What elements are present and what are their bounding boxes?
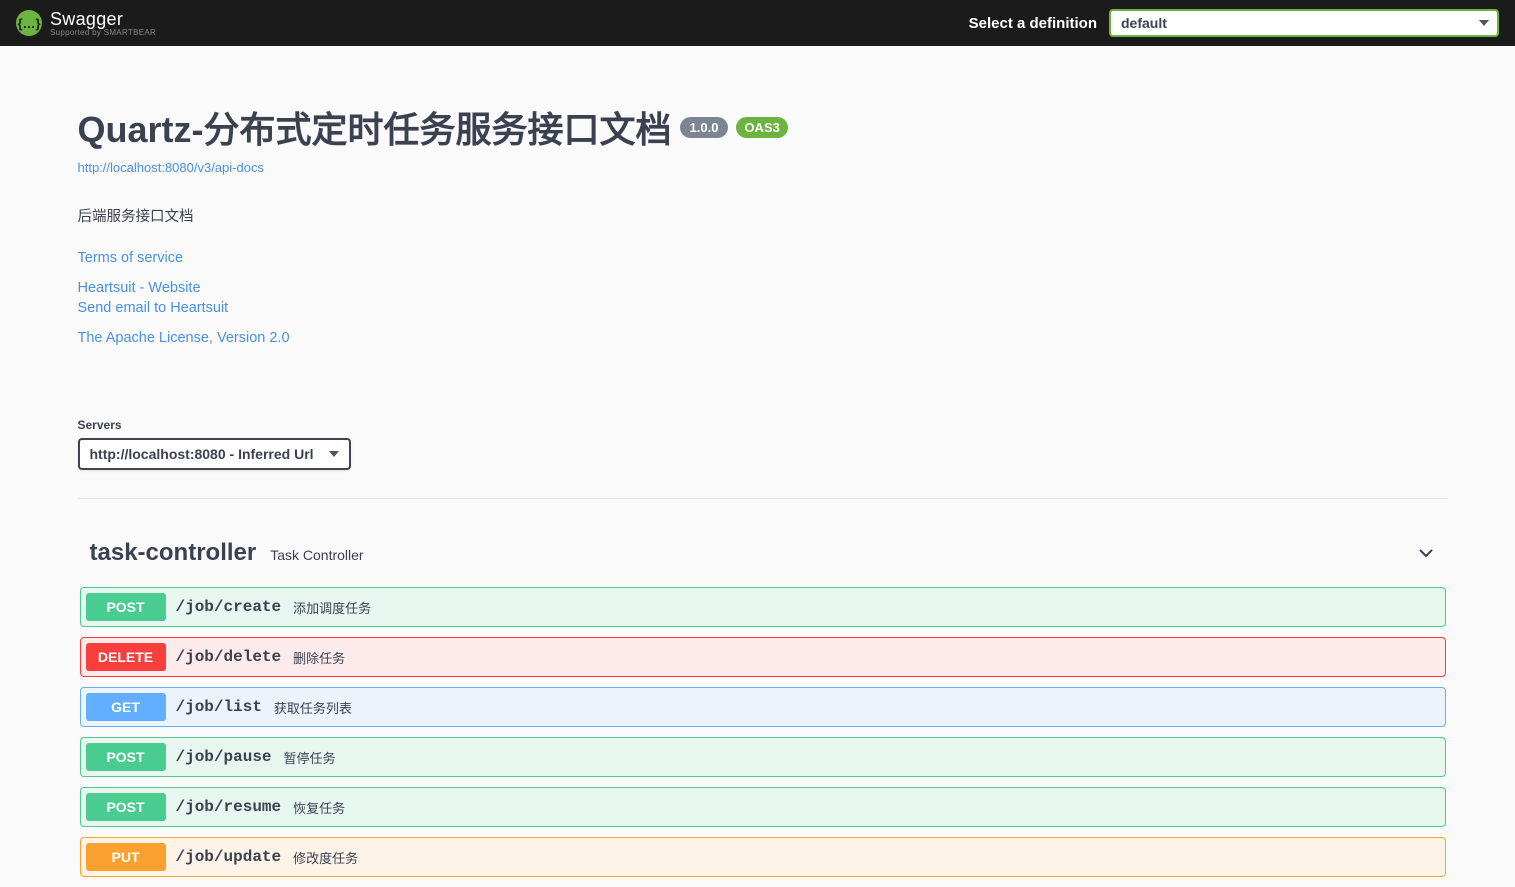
method-badge: POST bbox=[86, 743, 166, 771]
api-description: 后端服务接口文档 bbox=[78, 205, 1448, 226]
topbar: {…} Swagger Supported by SMARTBEAR Selec… bbox=[0, 0, 1515, 46]
tag-description: Task Controller bbox=[270, 547, 363, 563]
brand-subtext: Supported by SMARTBEAR bbox=[50, 28, 156, 37]
operation-path: /job/create bbox=[176, 598, 282, 616]
operation-summary: 删除任务 bbox=[293, 648, 345, 667]
operation-row[interactable]: GET/job/list 获取任务列表 bbox=[80, 687, 1446, 727]
tag-name: task-controller bbox=[90, 539, 257, 567]
terms-link[interactable]: Terms of service bbox=[78, 250, 1448, 266]
brand-text: Swagger bbox=[50, 9, 123, 29]
definition-selector-wrap: Select a definition default bbox=[969, 9, 1499, 37]
operation-row[interactable]: POST/job/resume 恢复任务 bbox=[80, 787, 1446, 827]
definition-select[interactable]: default bbox=[1109, 9, 1499, 37]
logo: {…} Swagger Supported by SMARTBEAR bbox=[16, 9, 156, 37]
method-badge: POST bbox=[86, 593, 166, 621]
contact-website-link[interactable]: Heartsuit - Website bbox=[78, 280, 1448, 296]
definition-label: Select a definition bbox=[969, 15, 1097, 32]
operation-row[interactable]: POST/job/pause 暂停任务 bbox=[80, 737, 1446, 777]
license-link[interactable]: The Apache License, Version 2.0 bbox=[78, 330, 1448, 346]
method-badge: POST bbox=[86, 793, 166, 821]
method-badge: DELETE bbox=[86, 643, 166, 671]
operation-path: /job/update bbox=[176, 848, 282, 866]
operation-path: /job/delete bbox=[176, 648, 282, 666]
operation-path: /job/resume bbox=[176, 798, 282, 816]
contact-email-link[interactable]: Send email to Heartsuit bbox=[78, 300, 1448, 316]
swagger-icon: {…} bbox=[16, 10, 42, 36]
oas-badge: OAS3 bbox=[736, 117, 787, 138]
operation-row[interactable]: POST/job/create 添加调度任务 bbox=[80, 587, 1446, 627]
operation-summary: 暂停任务 bbox=[284, 748, 336, 767]
servers-section: Servers http://localhost:8080 - Inferred… bbox=[78, 418, 1448, 499]
tag-section: task-controller Task Controller POST/job… bbox=[78, 531, 1448, 877]
method-badge: PUT bbox=[86, 843, 166, 871]
method-badge: GET bbox=[86, 693, 166, 721]
chevron-down-icon bbox=[1416, 543, 1436, 563]
operation-path: /job/list bbox=[176, 698, 262, 716]
info-section: Quartz-分布式定时任务服务接口文档 1.0.0 OAS3 http://l… bbox=[78, 46, 1448, 380]
operation-summary: 恢复任务 bbox=[293, 798, 345, 817]
tag-header[interactable]: task-controller Task Controller bbox=[78, 531, 1448, 575]
api-title: Quartz-分布式定时任务服务接口文档 bbox=[78, 101, 672, 153]
operation-row[interactable]: PUT/job/update修改度任务 bbox=[80, 837, 1446, 877]
spec-url-link[interactable]: http://localhost:8080/v3/api-docs bbox=[78, 160, 264, 175]
operation-row[interactable]: DELETE/job/delete 删除任务 bbox=[80, 637, 1446, 677]
operation-path: /job/pause bbox=[176, 748, 272, 766]
version-badge: 1.0.0 bbox=[680, 117, 729, 138]
server-select[interactable]: http://localhost:8080 - Inferred Url bbox=[78, 438, 351, 470]
operation-summary: 获取任务列表 bbox=[274, 698, 352, 717]
servers-label: Servers bbox=[78, 418, 1448, 432]
operation-summary: 添加调度任务 bbox=[293, 598, 371, 617]
